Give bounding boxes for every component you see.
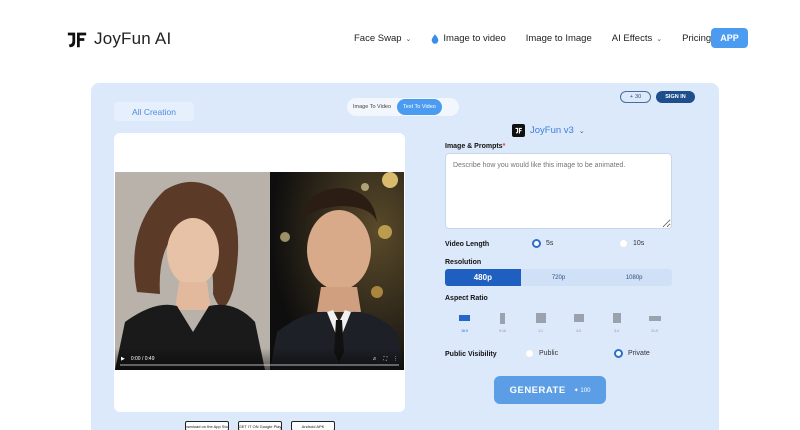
- credits-value: 30: [635, 94, 642, 100]
- more-options-icon[interactable]: ⋮: [393, 356, 398, 362]
- aspect-label: 21:9: [651, 329, 658, 333]
- all-creation-button[interactable]: All Creation: [114, 102, 194, 121]
- aspect-9-16[interactable]: 9:16: [490, 312, 515, 333]
- chevron-down-icon: ⌄: [405, 35, 412, 43]
- public-visibility-label: Public Visibility: [445, 351, 497, 358]
- aspect-16-9[interactable]: 16:9: [452, 312, 477, 333]
- fullscreen-icon[interactable]: ⛶: [383, 356, 387, 362]
- model-name: JoyFun v3: [530, 125, 574, 136]
- google-play-badge[interactable]: GET IT ON Google Play: [238, 421, 282, 430]
- visibility-option-label: Public: [539, 350, 559, 357]
- resolution-480p[interactable]: 480p: [445, 269, 521, 286]
- nav-pricing[interactable]: Pricing: [682, 33, 711, 44]
- store-badges: Download on the App Store GET IT ON Goog…: [185, 421, 335, 430]
- length-option-10s[interactable]: 10s: [619, 239, 644, 248]
- resolution-selector: 480p 720p 1080p: [445, 269, 672, 286]
- nav-label: AI Effects: [611, 33, 653, 44]
- aspect-shape: [612, 312, 621, 324]
- sparkle-icon: ✦: [573, 387, 579, 394]
- radio-selected-icon: [532, 239, 541, 248]
- generate-label: GENERATE: [509, 384, 566, 396]
- tab-text-to-video[interactable]: Text To Video: [397, 99, 442, 115]
- aspect-shape: [535, 312, 546, 324]
- play-icon[interactable]: ▶: [121, 356, 125, 362]
- aspect-ratio-selector: 16:9 9:16 1:1 4:3 3:4 21:9: [452, 312, 680, 333]
- brand-logo[interactable]: JoyFun AI: [66, 28, 171, 50]
- video-length-label: Video Length: [445, 241, 490, 248]
- aspect-1-1[interactable]: 1:1: [528, 312, 553, 333]
- video-player[interactable]: ▶ 0:00 / 0:49 ♬ ⛶ ⋮: [115, 172, 404, 370]
- prompt-label-text: Image & Prompts: [445, 143, 503, 150]
- nav-image-to-image[interactable]: Image to Image: [526, 33, 592, 44]
- length-option-label: 10s: [633, 240, 645, 247]
- radio-empty-icon: [619, 239, 628, 248]
- brand-name: JoyFun AI: [94, 29, 172, 48]
- visibility-public[interactable]: Public: [525, 349, 558, 358]
- joyfun-logo-icon: [67, 32, 87, 48]
- aspect-label: 9:16: [499, 329, 506, 333]
- aspect-label: 1:1: [538, 329, 543, 333]
- length-option-label: 5s: [546, 240, 554, 247]
- preview-image: [115, 172, 404, 370]
- aspect-shape: [500, 312, 505, 324]
- aspect-shape: [648, 312, 661, 324]
- generate-cost-value: 100: [580, 387, 591, 394]
- visibility-private[interactable]: Private: [614, 349, 650, 358]
- credits-badge[interactable]: + 30: [620, 91, 651, 103]
- model-logo-icon: [512, 124, 525, 137]
- aspect-label: 3:4: [614, 329, 619, 333]
- resolution-1080p[interactable]: 1080p: [596, 269, 672, 286]
- aspect-21-9[interactable]: 21:9: [642, 312, 667, 333]
- mode-tabs: Image To Video Text To Video: [347, 98, 459, 116]
- nav-label: Pricing: [682, 33, 712, 44]
- video-time: 0:00 / 0:49: [130, 356, 155, 362]
- generate-button[interactable]: GENERATE ✦ 100: [494, 376, 606, 404]
- aspect-3-4[interactable]: 3:4: [604, 312, 629, 333]
- aspect-shape: [459, 312, 470, 324]
- generate-cost: ✦ 100: [574, 387, 591, 394]
- nav-image-to-video[interactable]: Image to video: [431, 33, 506, 44]
- nav-face-swap[interactable]: Face Swap ⌄: [354, 33, 411, 44]
- sign-in-button[interactable]: SIGN IN: [656, 91, 695, 103]
- aspect-label: 16:9: [461, 329, 468, 333]
- nav-ai-effects[interactable]: AI Effects ⌄: [612, 33, 662, 44]
- aspect-label: 4:3: [576, 329, 581, 333]
- tab-image-to-video[interactable]: Image To Video: [347, 99, 397, 115]
- nav-label: Image to video: [443, 33, 506, 44]
- volume-icon[interactable]: ♬: [372, 356, 377, 362]
- radio-empty-icon: [525, 349, 534, 358]
- length-option-5s[interactable]: 5s: [532, 239, 553, 248]
- aspect-ratio-label: Aspect Ratio: [445, 295, 488, 302]
- android-apk-badge[interactable]: Android APK: [291, 421, 335, 430]
- resolution-720p[interactable]: 720p: [521, 269, 597, 286]
- nav-label: Face Swap: [354, 33, 402, 44]
- video-progress-bar[interactable]: [120, 364, 399, 366]
- video-controls: ▶ 0:00 / 0:49 ♬ ⛶ ⋮: [115, 348, 404, 370]
- prompt-label: Image & Prompts*: [445, 143, 505, 150]
- app-button[interactable]: APP: [711, 28, 748, 48]
- model-selector[interactable]: JoyFun v3 ⌄: [512, 124, 585, 137]
- visibility-option-label: Private: [628, 350, 650, 357]
- chevron-down-icon: ⌄: [656, 35, 663, 43]
- aspect-4-3[interactable]: 4:3: [566, 312, 591, 333]
- main-nav: Face Swap ⌄ Image to video Image to Imag…: [354, 33, 731, 44]
- plus-icon: +: [629, 94, 634, 100]
- prompt-input[interactable]: [445, 153, 672, 229]
- required-mark: *: [502, 143, 506, 150]
- chevron-down-icon: ⌄: [578, 127, 585, 135]
- aspect-shape: [573, 312, 584, 324]
- resolution-label: Resolution: [445, 259, 482, 266]
- water-drop-icon: [432, 33, 439, 44]
- radio-selected-icon: [614, 349, 623, 358]
- app-store-badge[interactable]: Download on the App Store: [185, 421, 229, 430]
- nav-label: Image to Image: [525, 33, 592, 44]
